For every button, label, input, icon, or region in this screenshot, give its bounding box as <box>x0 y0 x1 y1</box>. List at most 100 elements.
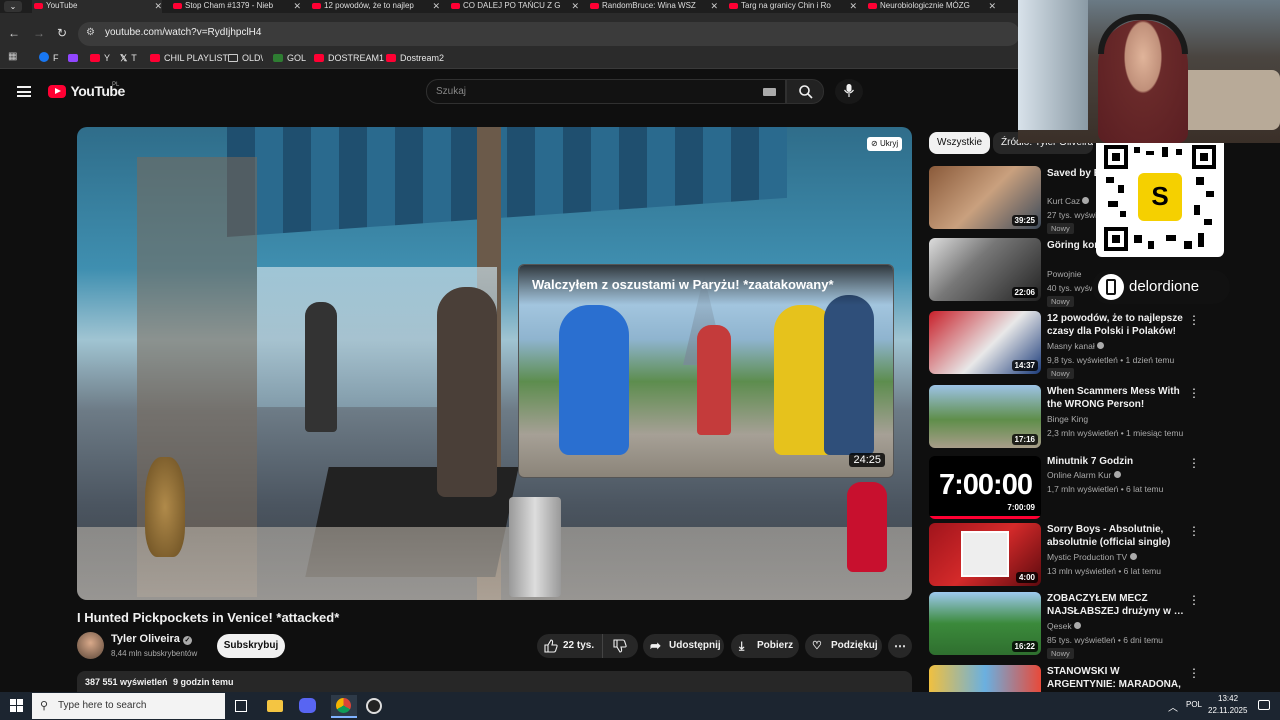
search-button[interactable] <box>786 79 824 104</box>
endscreen-video-card[interactable]: Walczyłem z oszustami w Paryżu! *zaatako… <box>518 264 894 478</box>
bookmark-folder-old[interactable]: OLD\ <box>228 50 263 66</box>
rec-title[interactable]: When Scammers Mess With the WRONG Person… <box>1047 385 1187 411</box>
rec-more-icon[interactable]: ⋮ <box>1188 594 1200 606</box>
close-tab-icon[interactable]: ✕ <box>988 0 996 12</box>
voice-search-button[interactable] <box>835 79 863 104</box>
rec-title[interactable]: Sorry Boys - Absolutnie, absolutnie (off… <box>1047 523 1187 549</box>
rec-channel[interactable]: Qesek <box>1047 620 1197 632</box>
close-tab-icon[interactable]: ✕ <box>571 0 579 12</box>
bookmark-dostream1[interactable]: DOSTREAM1 <box>314 50 384 66</box>
bookmark-label: Y <box>104 53 111 63</box>
search-placeholder: Szukaj <box>436 86 467 97</box>
apps-grid-icon[interactable]: ▦ <box>8 51 17 62</box>
rec-channel[interactable]: Mystic Production TV <box>1047 551 1197 563</box>
tab-targ[interactable]: Targ na granicy Chin i Ro ✕ <box>727 0 857 13</box>
search-input[interactable]: Szukaj <box>426 79 786 104</box>
tab-list-button[interactable]: ⌄ <box>4 1 22 12</box>
bookmark-gol[interactable]: GOL <box>273 50 306 66</box>
file-explorer-icon[interactable] <box>267 700 283 712</box>
rec-thumbnail[interactable]: 4:00 <box>929 523 1041 586</box>
bookmark-y[interactable]: Y <box>90 50 110 66</box>
download-button[interactable]: ⤓ Pobierz <box>731 634 799 658</box>
rec-title[interactable]: ZOBACZYŁEM MECZ NAJSŁABSZEJ drużyny w … <box>1047 592 1187 618</box>
tray-overflow-icon[interactable]: ︿ <box>1168 699 1178 714</box>
bookmark-dostream2[interactable]: Dostream2 <box>386 50 444 66</box>
rec-more-icon[interactable]: ⋮ <box>1188 314 1200 326</box>
rec-title[interactable]: 12 powodów, że to najlepsze czasy dla Po… <box>1047 312 1187 338</box>
like-button[interactable]: 22 tys. <box>537 634 603 658</box>
channel-name[interactable]: Tyler Oliveira ✓ <box>111 633 192 645</box>
webcam-headphones <box>1098 14 1188 54</box>
close-tab-icon[interactable]: ✕ <box>710 0 718 12</box>
rec-meta: 1,7 mln wyświetleń • 6 lat temu <box>1047 484 1164 494</box>
bookmark-f[interactable]: F <box>39 50 59 66</box>
thanks-button[interactable]: ♡ Podziękuj <box>805 634 882 658</box>
rec-thumbnail[interactable]: 7:00:00 7:00:09 <box>929 456 1041 519</box>
site-info-icon[interactable]: ⚙ <box>86 27 95 38</box>
rec-channel[interactable]: Binge King <box>1047 413 1197 425</box>
tab-co-dalej[interactable]: CO DALEJ PO TAŃCU Z G ✕ <box>449 0 579 13</box>
channel-avatar[interactable] <box>77 632 104 659</box>
person-silhouette <box>305 302 337 432</box>
chip-all[interactable]: Wszystkie <box>929 132 990 154</box>
reload-icon[interactable]: ↻ <box>57 26 67 40</box>
close-tab-icon[interactable]: ✕ <box>849 0 857 12</box>
clock-date[interactable]: 22.11.2025 <box>1208 706 1247 715</box>
close-tab-icon[interactable]: ✕ <box>432 0 440 12</box>
hide-endcard-button[interactable]: ⊘ Ukryj <box>867 137 903 151</box>
rec-more-icon[interactable]: ⋮ <box>1188 387 1200 399</box>
hamburger-menu-icon[interactable] <box>17 86 31 97</box>
endcard-person-dark <box>824 295 874 455</box>
x-logo-icon: 𝕏 <box>120 53 128 63</box>
subscribe-button[interactable]: Subskrybuj <box>217 634 285 658</box>
rec-title[interactable]: Minutnik 7 Godzin <box>1047 455 1187 468</box>
rec-channel[interactable]: Online Alarm Kur <box>1047 469 1197 481</box>
address-bar[interactable]: ⚙ youtube.com/watch?v=RydIjhpclH4 <box>78 22 1020 46</box>
folder-icon <box>228 54 238 62</box>
rec-channel[interactable]: Masny kanał <box>1047 340 1197 352</box>
input-language[interactable]: POL <box>1186 700 1202 709</box>
taskbar-search-input[interactable]: ⚲ Type here to search <box>32 693 225 719</box>
rec-thumbnail[interactable]: 39:25 <box>929 166 1041 229</box>
tab-stop-cham[interactable]: Stop Cham #1379 - Nieb ✕ <box>171 0 301 13</box>
tab-label: 12 powodów, że to najlep <box>324 1 414 10</box>
discord-icon[interactable] <box>299 698 316 713</box>
share-button[interactable]: ➦ Udostępnij <box>643 634 724 658</box>
eye-off-icon: ⊘ <box>871 139 878 148</box>
back-icon[interactable]: ← <box>8 26 20 40</box>
close-tab-icon[interactable]: ✕ <box>154 0 162 12</box>
tab-neurobiologicznie[interactable]: Neurobiologicznie MÓZG ✕ <box>866 0 996 13</box>
windows-start-icon[interactable] <box>10 699 23 712</box>
hide-label: Ukryj <box>879 139 899 148</box>
more-actions-button[interactable]: ⋯ <box>888 634 912 658</box>
tab-randombruce[interactable]: RandomBruce: Wina WSZ ✕ <box>588 0 718 13</box>
description-box[interactable]: 387 551 wyświetleń 9 godzin temu <box>77 671 912 692</box>
dislike-button[interactable] <box>603 634 638 658</box>
rec-thumbnail[interactable]: 14:37 <box>929 311 1041 374</box>
chrome-icon[interactable] <box>331 695 357 718</box>
obs-icon[interactable] <box>366 698 382 714</box>
bookmark-chil-playlist[interactable]: CHIL PLAYLIST <box>150 50 228 66</box>
youtube-favicon-icon <box>34 3 43 9</box>
youtube-logo[interactable]: YouTube PL <box>48 82 125 101</box>
clock-time[interactable]: 13:42 <box>1218 694 1238 703</box>
task-view-icon[interactable] <box>235 700 247 712</box>
bookmark-label: GOL <box>287 53 307 63</box>
tab-12-powodow[interactable]: 12 powodów, że to najlep ✕ <box>310 0 440 13</box>
bookmark-t[interactable]: 𝕏T <box>120 50 137 66</box>
rec-thumbnail[interactable]: 16:22 <box>929 592 1041 655</box>
tab-youtube[interactable]: YouTube ✕ <box>32 0 162 13</box>
country-code: PL <box>112 82 120 88</box>
rec-more-icon[interactable]: ⋮ <box>1188 525 1200 537</box>
rec-thumbnail[interactable]: 17:16 <box>929 385 1041 448</box>
rec-more-icon[interactable]: ⋮ <box>1188 667 1200 679</box>
keyboard-icon[interactable] <box>763 88 776 96</box>
bookmark-twitch[interactable] <box>68 50 82 66</box>
close-tab-icon[interactable]: ✕ <box>293 0 301 12</box>
rec-more-icon[interactable]: ⋮ <box>1188 457 1200 469</box>
rec-channel-text: Online Alarm Kur <box>1047 470 1112 480</box>
forward-icon[interactable]: → <box>33 26 45 40</box>
rec-thumbnail[interactable] <box>929 665 1041 692</box>
notifications-icon[interactable] <box>1258 700 1270 710</box>
rec-thumbnail[interactable]: 22:06 <box>929 238 1041 301</box>
